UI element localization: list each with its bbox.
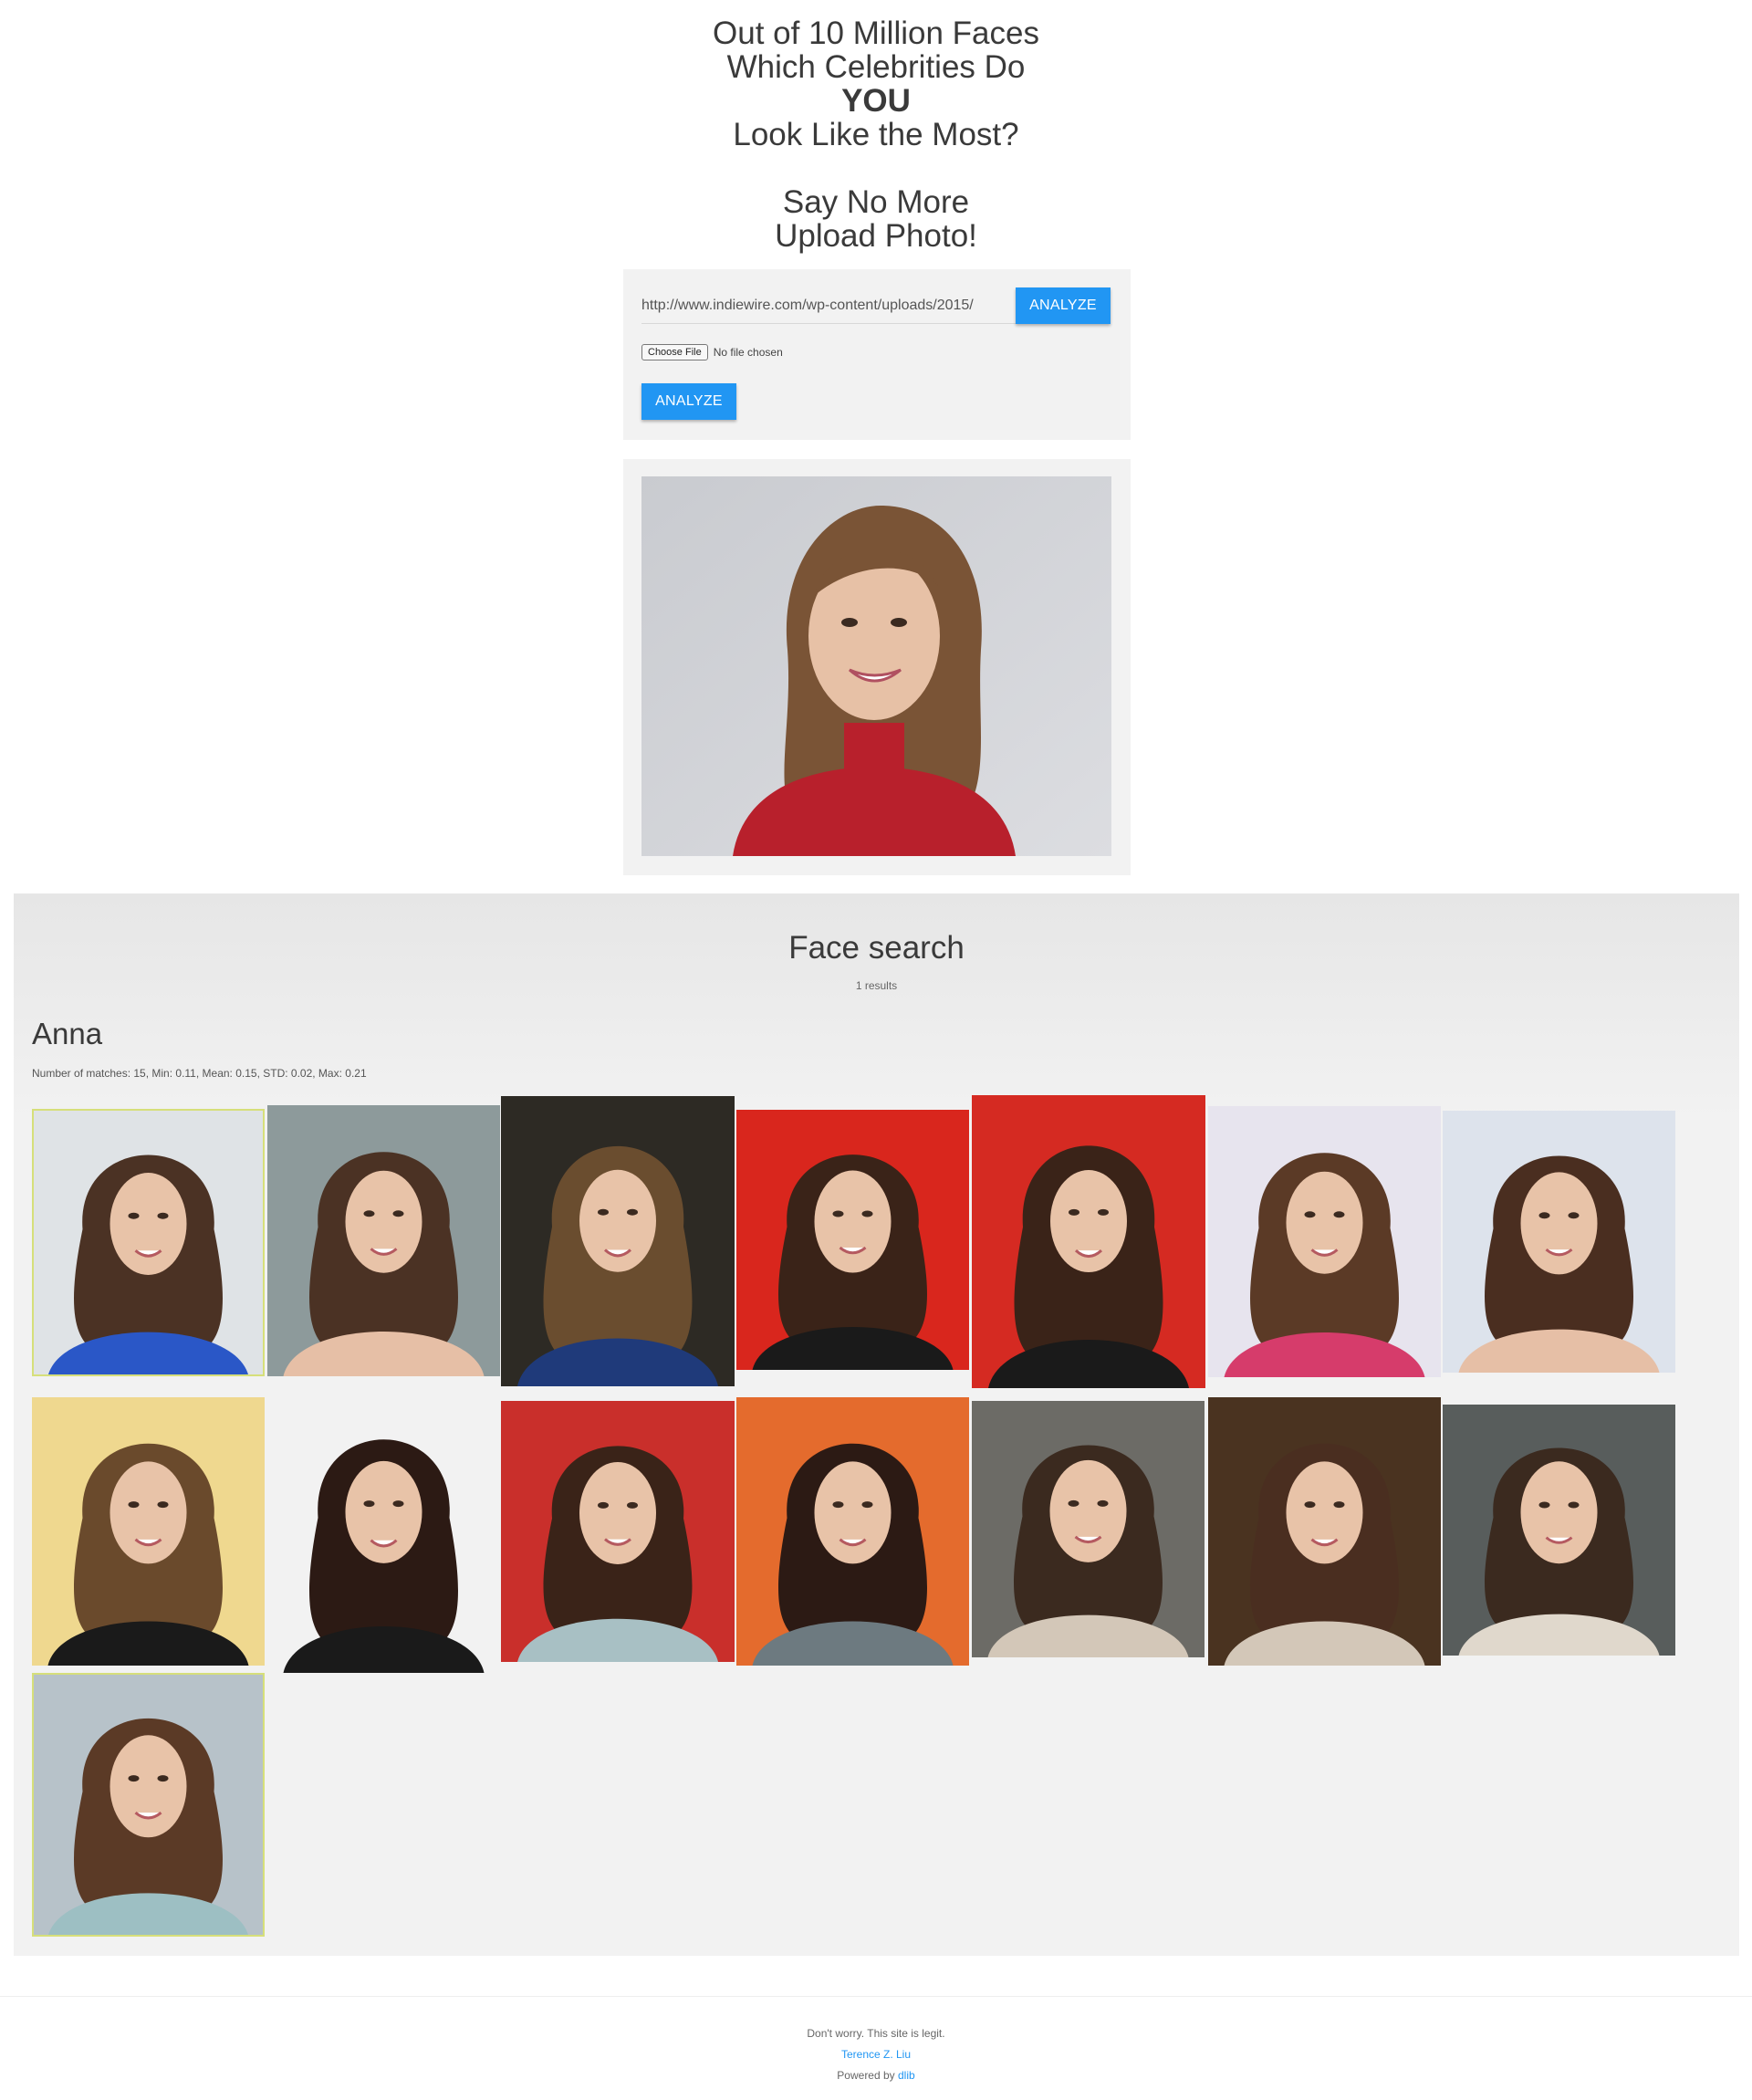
results-title: Face search: [788, 930, 965, 966]
uploaded-photo-panel: [623, 459, 1131, 875]
image-url-input[interactable]: [641, 287, 1016, 324]
choose-file-button[interactable]: Choose File: [641, 344, 708, 360]
match-thumbnail[interactable]: [267, 1391, 500, 1673]
upload-panel: ANALYZE Choose File No file chosen ANALY…: [623, 269, 1131, 440]
face-search-results: Face search 1 results Anna Number of mat…: [14, 893, 1739, 1956]
match-thumbnail[interactable]: [267, 1105, 500, 1376]
match-thumbnail[interactable]: [736, 1397, 969, 1666]
hero-spacer: [0, 151, 1752, 185]
match-thumbnail[interactable]: [32, 1397, 265, 1666]
results-count: 1 results: [855, 979, 898, 992]
hero-line-1: Out of 10 Million Faces: [713, 16, 1039, 51]
match-thumbnail[interactable]: [32, 1673, 265, 1937]
footer: Don't worry. This site is legit. Terence…: [0, 1996, 1752, 2100]
hero-line-3: YOU: [841, 83, 911, 119]
match-thumbnail[interactable]: [1443, 1405, 1675, 1656]
hero-line-2: Which Celebrities Do: [726, 49, 1026, 85]
powered-by-label: Powered by: [837, 2069, 898, 2082]
match-thumbnail[interactable]: [972, 1095, 1205, 1388]
match-thumbnail[interactable]: [972, 1401, 1204, 1657]
match-thumbnail[interactable]: [1208, 1397, 1441, 1666]
hero-line-4: Look Like the Most?: [733, 117, 1019, 152]
match-thumbnail[interactable]: [32, 1109, 265, 1376]
powered-by: Powered by dlib: [0, 2069, 1752, 2082]
hero-line-6: Upload Photo!: [775, 218, 977, 254]
author-link[interactable]: Terence Z. Liu: [841, 2048, 911, 2061]
analyze-file-button[interactable]: ANALYZE: [641, 383, 736, 420]
analyze-url-button[interactable]: ANALYZE: [1016, 287, 1111, 324]
match-stats: Number of matches: 15, Min: 0.11, Mean: …: [32, 1067, 367, 1080]
hero-heading: Out of 10 Million Faces Which Celebritie…: [0, 16, 1752, 253]
match-thumbnail[interactable]: [736, 1110, 969, 1370]
match-person-name: Anna: [32, 1017, 103, 1050]
match-thumbnail[interactable]: [501, 1096, 735, 1386]
footer-note: Don't worry. This site is legit.: [807, 2027, 945, 2040]
match-thumbnail[interactable]: [1443, 1111, 1675, 1373]
dlib-link[interactable]: dlib: [898, 2069, 915, 2082]
uploaded-photo: [641, 476, 1111, 856]
hero-line-5: Say No More: [782, 184, 970, 220]
no-file-text: No file chosen: [713, 346, 783, 359]
match-thumbnail[interactable]: [501, 1401, 735, 1662]
match-thumbnail[interactable]: [1208, 1106, 1441, 1377]
file-picker-row: Choose File No file chosen: [641, 344, 783, 360]
